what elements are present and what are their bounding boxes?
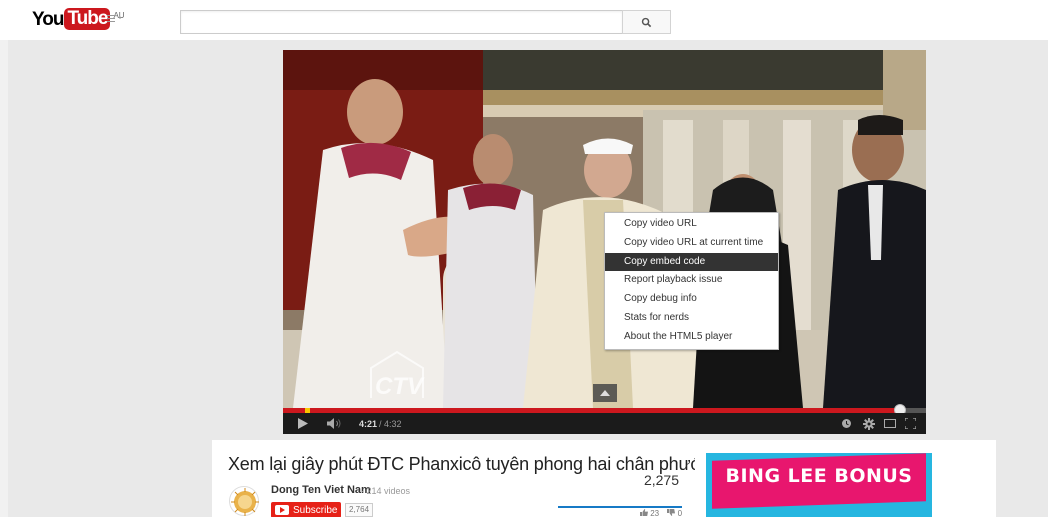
context-menu-item[interactable]: Copy debug info bbox=[605, 290, 778, 309]
watch-later-button[interactable] bbox=[842, 413, 851, 434]
time-current: 4:21 bbox=[359, 418, 378, 429]
channel-name-link[interactable]: Dong Ten Viet Nam bbox=[271, 484, 371, 496]
hamburger-icon bbox=[107, 15, 115, 16]
show-more-button[interactable] bbox=[593, 384, 617, 402]
search-input[interactable] bbox=[180, 10, 622, 34]
search-button[interactable] bbox=[622, 10, 671, 34]
player-context-menu: Copy video URL Copy video URL at current … bbox=[604, 212, 779, 350]
context-menu-item[interactable]: Copy embed code bbox=[605, 252, 778, 272]
volume-icon bbox=[327, 418, 341, 429]
channel-logo-icon bbox=[231, 488, 259, 516]
fullscreen-button[interactable] bbox=[905, 413, 916, 434]
player-controls: 4:21 / 4:32 bbox=[283, 413, 926, 434]
clock-icon bbox=[842, 419, 851, 428]
theater-mode-button[interactable] bbox=[884, 413, 896, 434]
context-menu-item[interactable]: Report playback issue bbox=[605, 271, 778, 290]
like-count: 23 bbox=[650, 509, 660, 517]
volume-button[interactable] bbox=[327, 413, 343, 434]
context-menu-item[interactable]: Copy video URL bbox=[605, 215, 778, 234]
settings-button[interactable] bbox=[863, 413, 875, 434]
guide-menu-button[interactable] bbox=[107, 12, 125, 26]
time-display: 4:21 / 4:32 bbox=[359, 413, 402, 434]
ad-banner[interactable]: BING LEE BONUS bbox=[706, 453, 932, 517]
youtube-play-icon bbox=[275, 505, 289, 515]
play-button[interactable] bbox=[298, 413, 308, 434]
like-button[interactable]: 23 bbox=[640, 509, 661, 517]
logo-you-text: You bbox=[32, 9, 65, 30]
context-menu-item[interactable]: Copy video URL at current time bbox=[605, 234, 778, 253]
hamburger-icon-bar bbox=[107, 18, 115, 19]
watermark-text: CTV bbox=[375, 373, 425, 400]
subscribe-label: Subscribe bbox=[293, 504, 338, 516]
hamburger-icon-bar bbox=[107, 21, 115, 22]
masthead: You Tube AU bbox=[0, 0, 1048, 40]
channel-avatar[interactable] bbox=[229, 486, 259, 516]
time-total: / 4:32 bbox=[379, 418, 402, 429]
ctv-watermark-logo: CTV bbox=[370, 350, 425, 400]
dislike-count: 0 bbox=[677, 509, 683, 517]
thumbs-up-icon bbox=[640, 509, 648, 516]
like-sentiment-bar bbox=[558, 506, 682, 508]
chevron-up-icon bbox=[600, 390, 610, 396]
context-menu-item[interactable]: About the HTML5 player bbox=[605, 328, 778, 347]
channel-video-count: · 214 videos bbox=[361, 486, 411, 496]
chevron-down-icon bbox=[118, 17, 122, 19]
thumbs-down-icon bbox=[667, 509, 676, 516]
theater-icon bbox=[884, 419, 896, 428]
fullscreen-icon bbox=[905, 418, 916, 429]
subscriber-count: 2,764 bbox=[345, 503, 374, 517]
subscribe-button[interactable]: Subscribe bbox=[271, 502, 342, 517]
like-dislike-counts: 23 0 bbox=[640, 509, 682, 517]
context-menu-item[interactable]: Stats for nerds bbox=[605, 309, 778, 328]
play-icon bbox=[298, 418, 308, 429]
ad-text: BING LEE BONUS bbox=[725, 465, 913, 487]
view-count: 2,275 bbox=[643, 472, 679, 488]
dislike-button[interactable]: 0 bbox=[667, 509, 682, 517]
gear-icon bbox=[863, 417, 875, 430]
search-icon bbox=[641, 17, 652, 27]
logo-tube-text: Tube bbox=[64, 8, 111, 30]
